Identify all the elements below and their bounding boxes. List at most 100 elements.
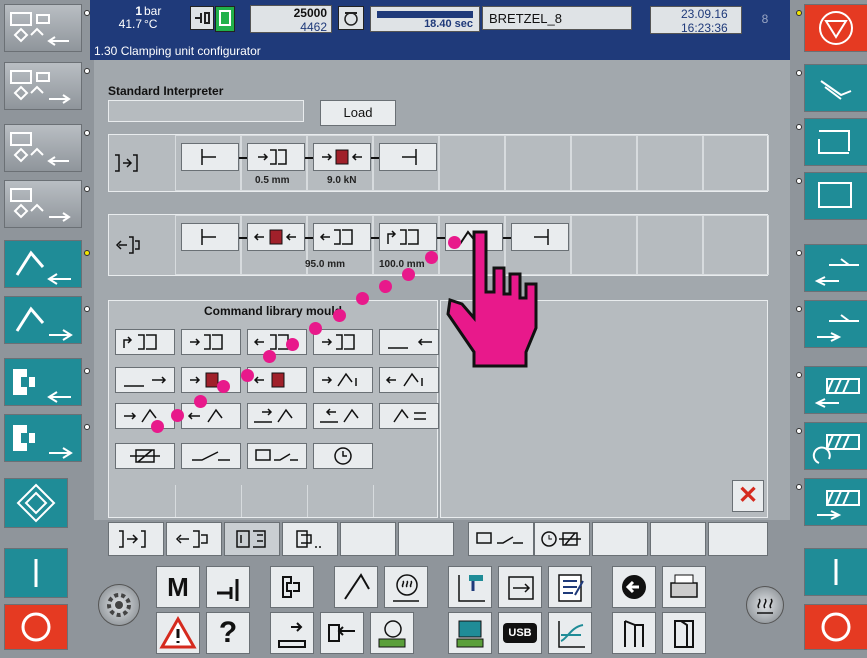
command-start-close[interactable] [181, 143, 239, 171]
right-button-screw-forward[interactable] [804, 478, 867, 526]
tab-empty[interactable] [340, 522, 396, 556]
library-close-slow[interactable] [313, 329, 373, 355]
graph-icon[interactable] [448, 566, 492, 608]
library-injection-back[interactable] [379, 367, 439, 393]
left-button-ejector-back[interactable] [4, 358, 82, 406]
right-button-nozzle-forward[interactable] [804, 300, 867, 348]
right-button-semi-auto[interactable] [804, 118, 867, 166]
tab-timer-relay[interactable] [534, 522, 590, 556]
library-switch[interactable] [181, 443, 241, 469]
back-arrow-icon[interactable] [612, 566, 656, 608]
library-close-fast[interactable] [181, 329, 241, 355]
core-pull-icon[interactable] [320, 612, 364, 654]
mode-on-button[interactable] [4, 548, 68, 598]
tab-empty[interactable] [398, 522, 454, 556]
motor-on-button[interactable] [804, 548, 867, 596]
mode-off-button[interactable] [4, 604, 68, 650]
interpreter-input[interactable] [108, 100, 304, 122]
notepad-icon[interactable] [548, 566, 592, 608]
left-button-injection-forward[interactable] [4, 296, 82, 344]
library-open-release[interactable] [247, 367, 307, 393]
library-distance-back[interactable] [379, 329, 439, 355]
temperature-value: 41.7 [118, 17, 142, 31]
status-dot [84, 68, 90, 74]
command-end-close[interactable] [379, 143, 437, 171]
injection-icon[interactable] [334, 566, 378, 608]
tab-empty[interactable] [592, 522, 648, 556]
status-dot [796, 372, 802, 378]
temperature-icon[interactable] [384, 566, 428, 608]
mold-icon[interactable] [270, 566, 314, 608]
library-close-protect[interactable] [181, 367, 241, 393]
command-start-open[interactable] [181, 223, 239, 251]
drag-path-dot [151, 420, 164, 433]
cycle-time-box: 18.40 sec [370, 6, 480, 32]
right-button-manual[interactable] [804, 64, 867, 112]
tab-ejector[interactable] [282, 522, 338, 556]
library-open-fast[interactable] [115, 329, 175, 355]
cycle-time: 18.40 sec [424, 18, 473, 30]
manual-mode-icon[interactable]: M [156, 566, 200, 608]
library-timer[interactable] [313, 443, 373, 469]
status-dot [796, 70, 802, 76]
library-nozzle-toggle[interactable] [379, 403, 439, 429]
library-nozzle-back[interactable] [181, 403, 241, 429]
left-button-mold-open[interactable] [4, 62, 82, 110]
usb-icon[interactable]: USB [498, 612, 542, 654]
process-graph-icon[interactable] [548, 612, 592, 654]
drag-path-dot [379, 280, 392, 293]
library-distance-nozzle-back[interactable] [313, 403, 373, 429]
ejector-icon[interactable] [270, 612, 314, 654]
left-button-mold-close[interactable] [4, 4, 82, 52]
tab-empty[interactable] [708, 522, 768, 556]
warning-icon[interactable] [156, 612, 200, 654]
library-distance-forward[interactable] [115, 367, 175, 393]
right-button-auto[interactable] [804, 172, 867, 220]
tab-empty[interactable] [650, 522, 706, 556]
open-position-value: 95.0 mm [305, 259, 346, 270]
command-open-fast[interactable] [379, 223, 437, 251]
motor-off-button[interactable] [804, 604, 867, 650]
clamp-close-icon[interactable] [190, 6, 214, 30]
tab-mould-open[interactable] [166, 522, 222, 556]
start-cycle-button[interactable] [4, 478, 68, 528]
grid-cell [571, 215, 637, 275]
left-button-injection-back[interactable] [4, 240, 82, 288]
help-icon[interactable]: ? [206, 612, 250, 654]
library-nozzle-forward[interactable] [115, 403, 175, 429]
status-dot [84, 130, 90, 136]
right-button-nozzle-back[interactable] [804, 244, 867, 292]
drag-path-dot [171, 409, 184, 422]
emergency-stop-button[interactable] [804, 4, 867, 52]
command-open-release[interactable] [247, 223, 305, 251]
library-distance-nozzle-fwd[interactable] [247, 403, 307, 429]
library-injection-forward[interactable] [313, 367, 373, 393]
printer-icon[interactable] [662, 566, 706, 608]
heating-icon[interactable] [746, 586, 784, 624]
robot-icon[interactable] [448, 612, 492, 654]
tab-command-library[interactable] [224, 522, 280, 556]
interpreter-label: Standard Interpreter [108, 84, 224, 98]
sequence-icon[interactable] [498, 566, 542, 608]
delete-button[interactable]: ✕ [732, 480, 764, 512]
left-button-b-open[interactable] [4, 180, 82, 228]
command-close-protect[interactable] [313, 143, 371, 171]
door-close-icon[interactable] [662, 612, 706, 654]
left-button-ejector-forward[interactable] [4, 414, 82, 462]
mold-clamp-icon[interactable] [215, 6, 235, 32]
command-open-slow[interactable] [313, 223, 371, 251]
right-button-screw-back[interactable] [804, 366, 867, 414]
settings-gear-icon[interactable] [98, 584, 140, 626]
left-button-b-close[interactable] [4, 124, 82, 172]
grid-cell [703, 215, 769, 275]
command-close-fast[interactable] [247, 143, 305, 171]
library-relay[interactable] [115, 443, 175, 469]
load-button[interactable]: Load [320, 100, 396, 126]
tab-mould-close[interactable] [108, 522, 164, 556]
door-open-icon[interactable] [612, 612, 656, 654]
library-relay-switch[interactable] [247, 443, 307, 469]
tools-icon[interactable] [206, 566, 250, 608]
mold-height-icon[interactable] [370, 612, 414, 654]
tab-relay-switch[interactable] [468, 522, 534, 556]
right-button-screw-rotate[interactable] [804, 422, 867, 470]
